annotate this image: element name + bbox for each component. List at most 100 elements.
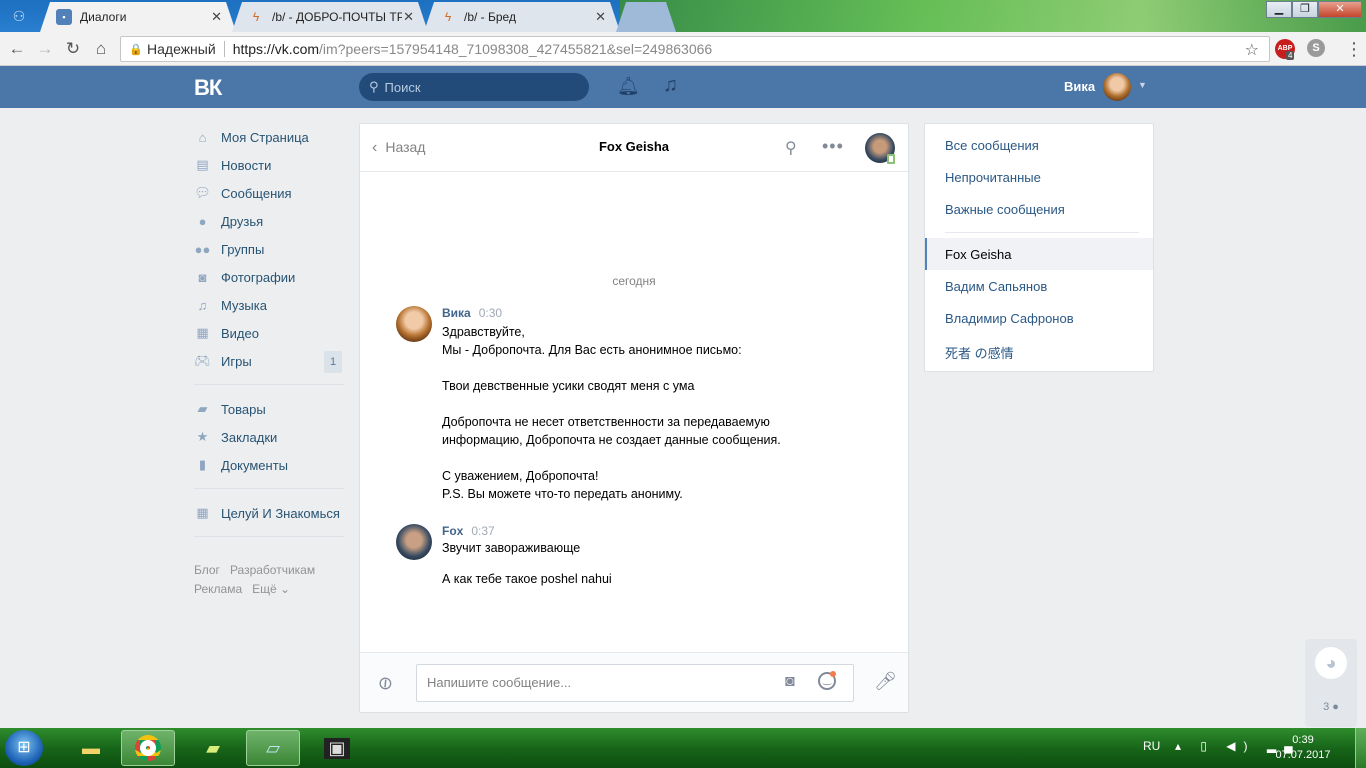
user-avatar[interactable] (1103, 73, 1131, 101)
close-tab-icon[interactable]: ✕ (595, 9, 606, 25)
sidebar-item-documents[interactable]: ▮ Документы (194, 451, 344, 479)
gamepad-icon: 🎮︎ (194, 353, 211, 368)
message-author[interactable]: Вика (442, 306, 471, 320)
message-text: Здравствуйте, Мы - Добропочта. Для Вас е… (442, 325, 781, 501)
close-window-button[interactable]: ✕ (1318, 1, 1362, 18)
bookmark-star-icon[interactable]: ☆ (1245, 40, 1259, 60)
address-bar[interactable]: 🔒 Надежный https://vk.com /im?peers=1579… (120, 36, 1270, 62)
tab-bred[interactable]: ϟ /b/ - Бред ✕ (424, 2, 620, 32)
vk-logo[interactable]: ВК (194, 75, 222, 101)
conversation-filter-panel: Все сообщения Непрочитанные Важные сообщ… (924, 123, 1154, 372)
sidebar-item-goods[interactable]: ▰ Товары (194, 395, 344, 423)
filter-important[interactable]: Важные сообщения (945, 202, 1065, 217)
online-count: 3 ● (1323, 701, 1339, 713)
sidebar-item-news[interactable]: ▤ Новости (194, 151, 344, 179)
footer-ads-link[interactable]: Реклама (194, 582, 242, 596)
message-avatar[interactable] (396, 306, 432, 342)
sidebar-divider (194, 488, 344, 489)
conversation-item[interactable]: Вадим Сапьянов (945, 279, 1047, 294)
url-host: https://vk.com (232, 41, 320, 57)
sidebar-item-my-page[interactable]: ⌂ Моя Страница (194, 123, 344, 151)
message-input-box[interactable]: ◙ ‿ (416, 664, 854, 702)
search-box[interactable]: ⚲ (359, 73, 589, 101)
music-note-icon[interactable]: ♫ (663, 74, 678, 97)
footer-links: Блог Разработчикам Реклама Ещё ⌄ (194, 561, 354, 599)
sidebar-item-groups[interactable]: ●● Группы (194, 235, 344, 263)
video-icon: ▦ (196, 325, 209, 340)
microphone-icon[interactable]: 🎤︎ (874, 671, 897, 692)
conversation-item-active[interactable]: Fox Geisha (925, 238, 1153, 270)
sidebar-item-app[interactable]: ▦ Целуй И Знакомься (194, 499, 344, 527)
message-text: Звучит завораживающе А как тебе такое po… (442, 541, 612, 586)
sidebar-item-photos[interactable]: ◙ Фотографии (194, 263, 344, 291)
user-name[interactable]: Вика (1064, 79, 1095, 94)
message-composer: ⊘ ◙ ‿ 🎤︎ (360, 652, 908, 712)
chrome-taskbar-icon[interactable] (121, 730, 175, 766)
show-desktop-button[interactable] (1355, 728, 1366, 768)
message-avatar[interactable] (396, 524, 432, 560)
language-indicator[interactable]: RU (1143, 739, 1160, 753)
camera-icon: ◙ (198, 269, 207, 285)
close-tab-icon[interactable]: ✕ (211, 9, 222, 25)
message-author[interactable]: Fox (442, 524, 463, 538)
tab-dialogs[interactable]: ▪ Диалоги ✕ (40, 2, 236, 32)
explorer-taskbar-icon[interactable]: ▬ (64, 730, 118, 766)
sidebar-item-messages[interactable]: 💬︎ Сообщения (194, 179, 344, 207)
search-input[interactable] (384, 79, 575, 95)
conversation-panel: ‹ Назад Fox Geisha ⚲ ••• сегодня Вика 0:30… (359, 123, 909, 713)
sidebar-divider (194, 536, 344, 537)
message-time: 0:30 (478, 306, 503, 320)
notifications-bell-icon[interactable]: 🔔︎ (617, 76, 640, 97)
minimize-button[interactable]: ▁ (1266, 1, 1292, 18)
tab-dobro-pochta[interactable]: ϟ /b/ - ДОБРО-ПОЧТЫ ТР ✕ (232, 2, 428, 32)
windows-taskbar: ⊞ ▬ ▰ ▱ ▣ RU ▴ ▯ ◀) ▂▄ 0:39 07.07.2017 (0, 728, 1366, 768)
forward-arrow-icon[interactable]: → (34, 38, 56, 60)
close-tab-icon[interactable]: ✕ (403, 9, 414, 25)
sidebar-item-friends[interactable]: ● Друзья (194, 207, 344, 235)
footer-developers-link[interactable]: Разработчикам (230, 563, 315, 577)
footer-blog-link[interactable]: Блог (194, 563, 220, 577)
start-button[interactable]: ⊞ (5, 730, 43, 766)
sidebar-item-music[interactable]: ♫ Музыка (194, 291, 344, 319)
chat-widget[interactable]: ◕ 3 ● (1305, 639, 1357, 727)
emoji-notification-dot (830, 671, 836, 677)
sidebar-item-games[interactable]: 🎮︎ Игры 1 (194, 347, 344, 375)
media-taskbar-icon[interactable]: ▣ (310, 730, 364, 766)
reload-icon[interactable]: ↻ (62, 38, 84, 60)
chrome-menu-icon[interactable]: ⋮ (1345, 38, 1363, 60)
maximize-button[interactable]: ❐ (1292, 1, 1318, 18)
chevron-down-icon[interactable]: ▼ (1138, 80, 1147, 90)
home-icon: ⌂ (198, 129, 207, 145)
skype-extension-icon[interactable]: S (1307, 39, 1325, 57)
sidebar-item-bookmarks[interactable]: ★ Закладки (194, 423, 344, 451)
footer-more-link[interactable]: Ещё ⌄ (252, 582, 290, 596)
home-icon[interactable]: ⌂ (90, 38, 112, 60)
search-icon[interactable]: ⚲ (785, 138, 797, 158)
lightning-icon: ϟ (252, 10, 260, 24)
person-icon: ● (1332, 701, 1339, 713)
document-icon: ▮ (198, 457, 207, 472)
sidebar-item-video[interactable]: ▦ Видео (194, 319, 344, 347)
search-icon: ⚲ (369, 79, 379, 94)
star-icon: ★ (196, 429, 209, 444)
url-path: /im?peers=157954148_71098308_427455821&s… (319, 41, 713, 57)
conversation-item[interactable]: 死者 の感情 (945, 343, 1014, 362)
filter-all-messages[interactable]: Все сообщения (945, 138, 1039, 153)
more-options-icon[interactable]: ••• (822, 136, 844, 157)
sidebar-divider (194, 384, 344, 385)
message-input[interactable] (427, 675, 767, 690)
secure-label: Надежный (147, 41, 216, 57)
back-arrow-icon[interactable]: ← (6, 38, 28, 60)
filter-unread[interactable]: Непрочитанные (945, 170, 1041, 185)
conversation-item[interactable]: Владимир Сафронов (945, 311, 1074, 326)
clock[interactable]: 0:39 07.07.2017 (1270, 733, 1336, 763)
bag-icon: ▰ (197, 401, 208, 416)
camera-icon[interactable]: ◙ (785, 673, 795, 691)
file-manager-taskbar-icon[interactable]: ▰ (186, 730, 240, 766)
news-icon: ▤ (196, 157, 209, 172)
paperclip-icon[interactable]: ⊘ (373, 671, 398, 697)
new-tab-button[interactable] (616, 2, 676, 32)
adblock-badge: 4 (1286, 51, 1295, 60)
notes-taskbar-icon[interactable]: ▱ (246, 730, 300, 766)
incognito-icon: ⚇ (12, 8, 26, 24)
